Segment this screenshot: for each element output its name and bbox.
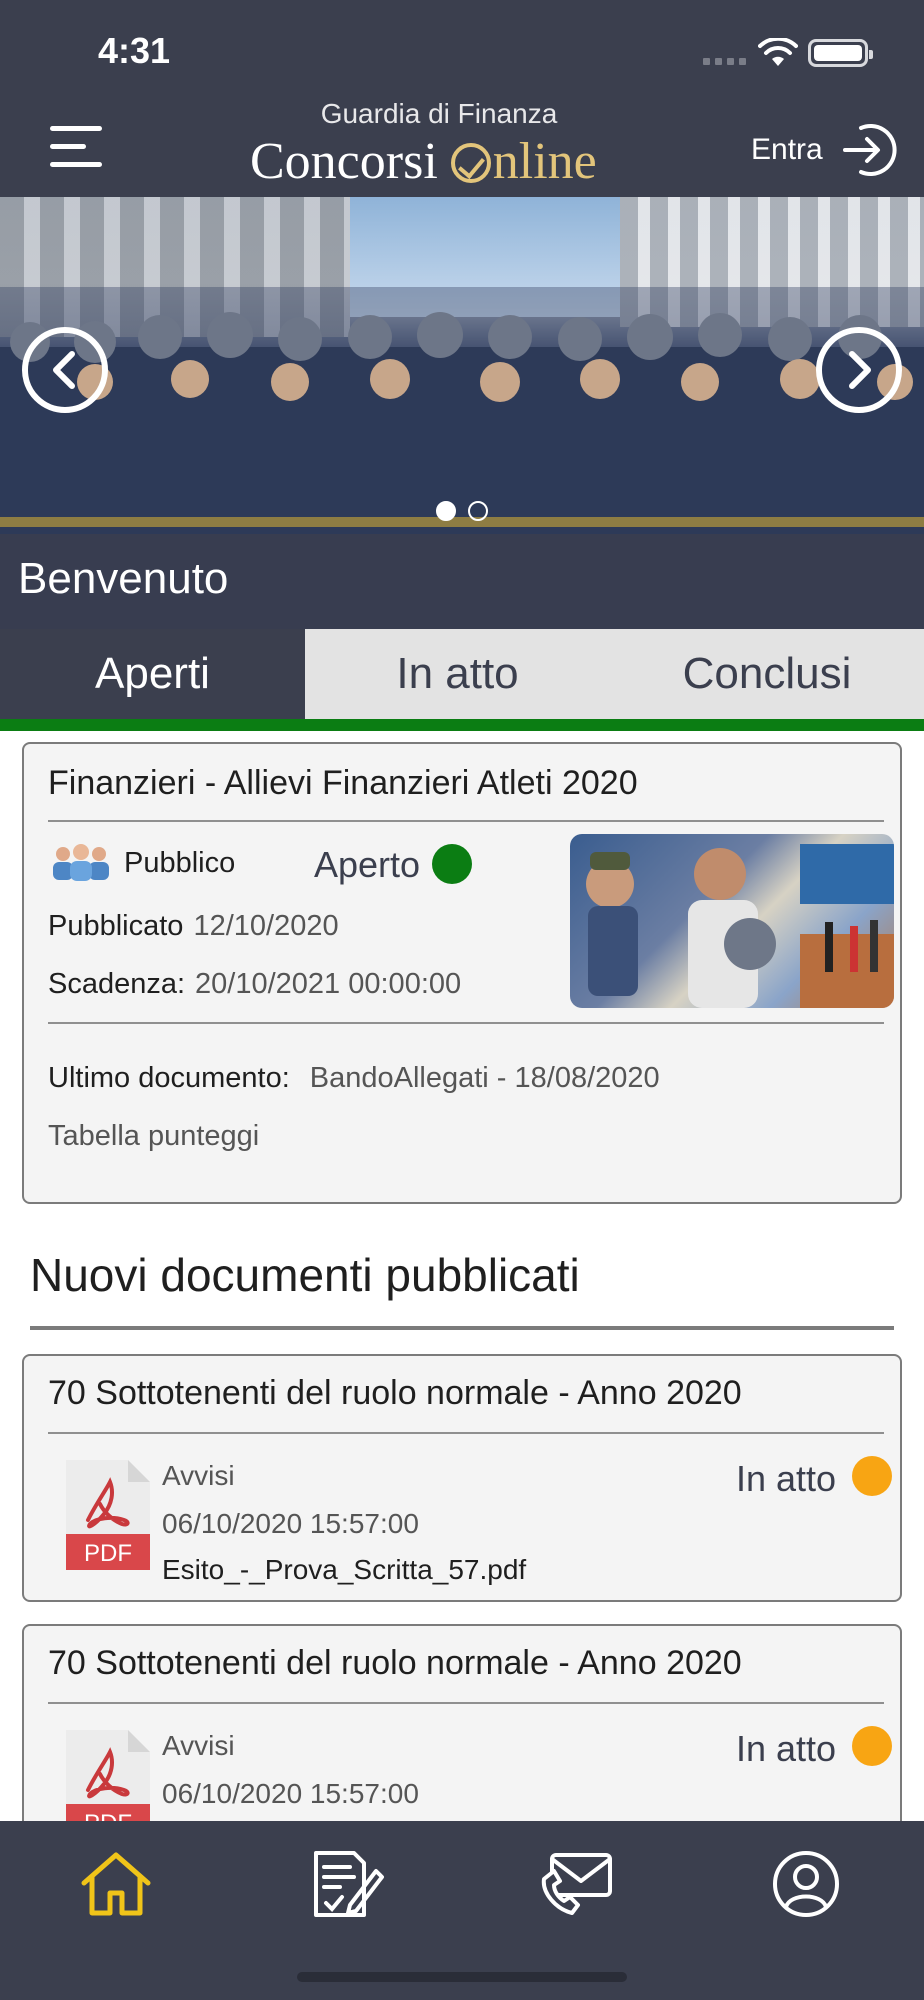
hero-carousel[interactable]: Benvenuto bbox=[0, 197, 924, 629]
login-label: Entra bbox=[751, 133, 823, 166]
audience-label: Pubblico bbox=[124, 847, 236, 879]
divider bbox=[48, 820, 884, 822]
status-time: 4:31 bbox=[98, 30, 171, 71]
document-sign-icon[interactable] bbox=[306, 1849, 386, 1919]
last-document-row: Ultimo documento: BandoAllegati - 18/08/2… bbox=[48, 1062, 660, 1095]
score-table-link[interactable]: Tabella punteggi bbox=[48, 1120, 259, 1153]
divider bbox=[48, 1702, 884, 1704]
deadline-label: Scadenza: bbox=[48, 968, 186, 1000]
home-indicator[interactable] bbox=[297, 1972, 627, 1982]
competition-status: Aperto bbox=[314, 844, 421, 885]
app-header: 4:31 Guardia di Finanza Concorsi nline E… bbox=[0, 0, 924, 197]
divider bbox=[48, 1022, 884, 1024]
status-dot-green bbox=[432, 844, 472, 884]
published-row: Pubblicato 12/10/2020 bbox=[48, 910, 339, 943]
people-icon bbox=[53, 844, 109, 881]
status-dot-orange bbox=[852, 1456, 892, 1496]
chevron-left-icon bbox=[53, 351, 75, 389]
divider bbox=[48, 1432, 884, 1434]
pdf-label: PDF bbox=[84, 1540, 132, 1567]
brand-logo: Concorsi nline bbox=[250, 132, 597, 191]
welcome-bar: Benvenuto bbox=[0, 534, 924, 629]
carousel-dot[interactable] bbox=[468, 501, 488, 521]
section-title: Nuovi documenti pubblicati bbox=[30, 1249, 580, 1301]
carousel-dots bbox=[436, 501, 488, 521]
deadline-value: 20/10/2021 00:00:00 bbox=[195, 968, 462, 1000]
user-icon[interactable] bbox=[766, 1849, 846, 1919]
published-value: 12/10/2020 bbox=[193, 910, 339, 942]
status-dot-orange bbox=[852, 1726, 892, 1766]
carousel-prev-button[interactable] bbox=[22, 327, 108, 413]
document-competition-title: 70 Sottotenenti del ruolo normale - Anno… bbox=[48, 1644, 742, 1682]
competition-card[interactable]: Finanzieri - Allievi Finanzieri Atleti 2… bbox=[22, 742, 902, 1204]
pdf-file-icon: PDF bbox=[66, 1460, 150, 1570]
carousel-dot[interactable] bbox=[436, 501, 456, 521]
competition-tabs: Aperti In atto Conclusi bbox=[0, 629, 924, 719]
brand-title-prefix: Concorsi bbox=[250, 133, 438, 190]
tab-aperti[interactable]: Aperti bbox=[0, 629, 305, 719]
competition-image bbox=[570, 834, 894, 1008]
login-button[interactable]: Entra bbox=[751, 120, 899, 180]
document-category: Avvisi bbox=[162, 1460, 235, 1491]
last-document-label: Ultimo documento: bbox=[48, 1062, 290, 1094]
document-status: In atto bbox=[736, 1728, 837, 1769]
document-date: 06/10/2020 15:57:00 bbox=[162, 1508, 419, 1539]
battery-icon bbox=[808, 39, 873, 67]
tab-in-atto[interactable]: In atto bbox=[305, 629, 610, 719]
login-arrow-icon bbox=[842, 124, 897, 176]
deadline-row: Scadenza: 20/10/2021 00:00:00 bbox=[48, 968, 461, 1001]
tab-underline bbox=[0, 719, 924, 731]
carousel-next-button[interactable] bbox=[816, 327, 902, 413]
last-document-value[interactable]: BandoAllegati - 18/08/2020 bbox=[310, 1062, 660, 1094]
document-competition-title: 70 Sottotenenti del ruolo normale - Anno… bbox=[48, 1374, 742, 1412]
published-label: Pubblicato bbox=[48, 910, 184, 942]
mail-phone-icon[interactable] bbox=[538, 1849, 618, 1919]
cellular-signal-icon bbox=[703, 58, 746, 65]
chevron-right-icon bbox=[849, 351, 871, 389]
welcome-text: Benvenuto bbox=[18, 554, 229, 603]
document-card[interactable]: 70 Sottotenenti del ruolo normale - Anno… bbox=[22, 1354, 902, 1602]
section-divider bbox=[30, 1326, 894, 1330]
document-status: In atto bbox=[736, 1458, 837, 1499]
wifi-icon bbox=[758, 38, 798, 66]
document-category: Avvisi bbox=[162, 1730, 235, 1761]
brand-subtitle: Guardia di Finanza bbox=[320, 98, 558, 129]
tab-conclusi[interactable]: Conclusi bbox=[610, 629, 924, 719]
brand-title-suffix: nline bbox=[492, 133, 597, 190]
document-filename[interactable]: Esito_-_Prova_Scritta_57.pdf bbox=[162, 1554, 526, 1586]
home-icon[interactable] bbox=[76, 1849, 156, 1919]
document-date: 06/10/2020 15:57:00 bbox=[162, 1778, 419, 1809]
competition-title: Finanzieri - Allievi Finanzieri Atleti 2… bbox=[48, 764, 638, 802]
check-o-icon bbox=[450, 143, 491, 183]
menu-button[interactable] bbox=[50, 126, 102, 168]
